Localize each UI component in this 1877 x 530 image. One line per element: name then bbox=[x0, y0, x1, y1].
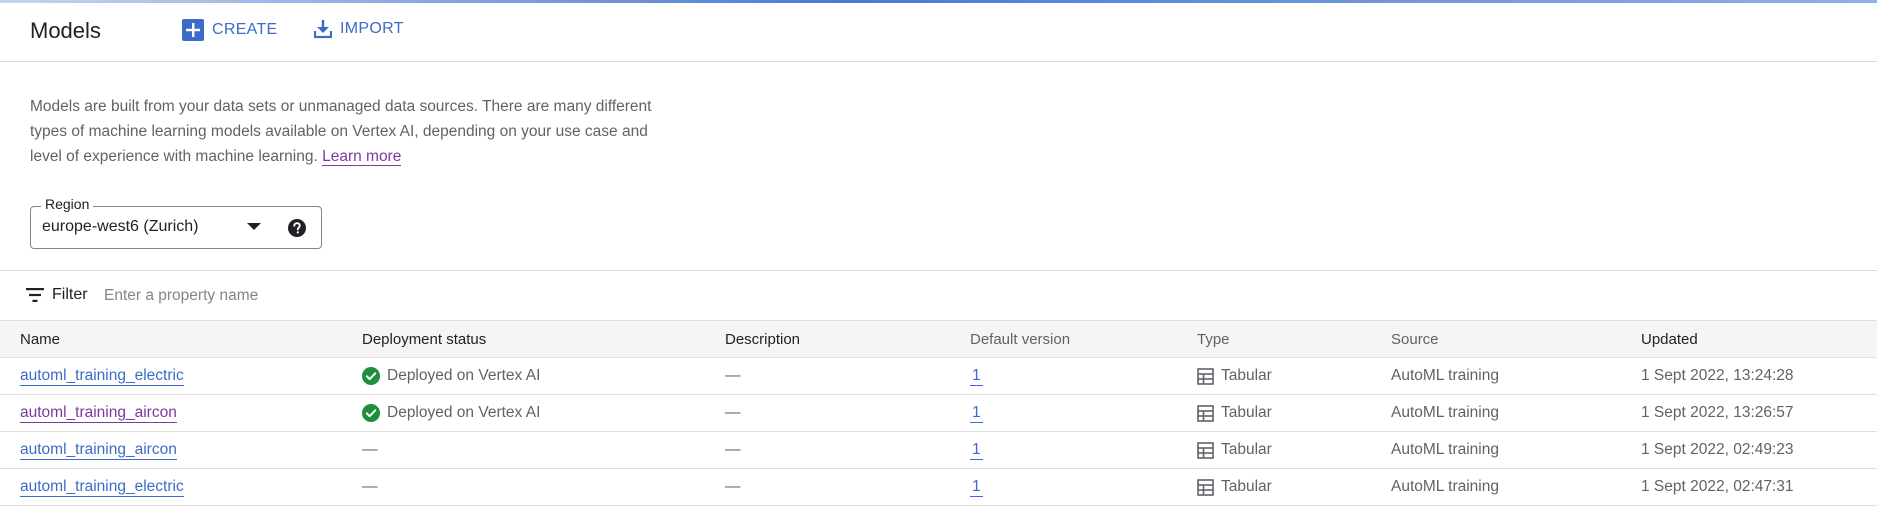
default-version-link[interactable]: 1 bbox=[970, 367, 983, 386]
type-text: Tabular bbox=[1221, 478, 1272, 495]
table-grid-icon bbox=[1197, 367, 1214, 385]
table-grid-icon bbox=[1197, 478, 1214, 496]
type-cell: Tabular bbox=[1197, 395, 1272, 431]
default-version-link[interactable]: 1 bbox=[970, 441, 983, 460]
column-header-status[interactable]: Deployment status bbox=[362, 321, 486, 357]
updated-cell: 1 Sept 2022, 02:47:31 bbox=[1641, 478, 1794, 495]
download-icon bbox=[314, 20, 332, 39]
import-button-label: IMPORT bbox=[340, 20, 404, 37]
table-grid-icon bbox=[1197, 441, 1214, 459]
model-name-link[interactable]: automl_training_aircon bbox=[20, 441, 177, 460]
description-cell: — bbox=[725, 478, 741, 495]
filter-input[interactable] bbox=[104, 282, 604, 310]
type-cell: Tabular bbox=[1197, 432, 1272, 468]
type-cell: Tabular bbox=[1197, 469, 1272, 505]
filter-label[interactable]: Filter bbox=[52, 286, 88, 304]
updated-cell: 1 Sept 2022, 13:26:57 bbox=[1641, 404, 1794, 421]
table-row: automl_training_electric — — 1 Tabular A… bbox=[0, 469, 1877, 506]
type-text: Tabular bbox=[1221, 404, 1272, 421]
region-value: europe-west6 (Zurich) bbox=[42, 218, 199, 235]
column-header-type: Type bbox=[1197, 330, 1230, 348]
table-row: automl_training_electric Deployed on Ver… bbox=[0, 358, 1877, 395]
check-circle-icon bbox=[362, 367, 380, 385]
page-title: Models bbox=[30, 18, 101, 43]
table-grid-icon bbox=[1197, 404, 1214, 422]
description-cell: — bbox=[725, 367, 741, 384]
description-cell: — bbox=[725, 441, 741, 458]
deployment-status-text: Deployed on Vertex AI bbox=[387, 367, 541, 384]
source-cell: AutoML training bbox=[1391, 404, 1499, 421]
column-header-description[interactable]: Description bbox=[725, 321, 800, 357]
models-table: Name Deployment status Description Defau… bbox=[0, 320, 1877, 506]
deployment-status-text: — bbox=[362, 478, 378, 495]
intro-text: Models are built from your data sets or … bbox=[30, 94, 680, 169]
source-cell: AutoML training bbox=[1391, 441, 1499, 458]
model-name-link[interactable]: automl_training_electric bbox=[20, 478, 184, 497]
create-button-label: CREATE bbox=[212, 21, 278, 38]
column-header-updated[interactable]: Updated bbox=[1641, 321, 1698, 357]
learn-more-link[interactable]: Learn more bbox=[322, 148, 402, 166]
updated-cell: 1 Sept 2022, 13:24:28 bbox=[1641, 367, 1794, 384]
type-text: Tabular bbox=[1221, 441, 1272, 458]
source-cell: AutoML training bbox=[1391, 478, 1499, 495]
check-circle-icon bbox=[362, 404, 380, 422]
model-name-link[interactable]: automl_training_aircon bbox=[20, 404, 177, 423]
filter-lines-icon[interactable] bbox=[26, 288, 44, 302]
column-header-version: Default version bbox=[970, 330, 1071, 348]
default-version-link[interactable]: 1 bbox=[970, 478, 983, 497]
add-box-icon bbox=[182, 19, 204, 41]
source-cell: AutoML training bbox=[1391, 367, 1499, 384]
default-version-link[interactable]: 1 bbox=[970, 404, 983, 423]
import-button[interactable]: IMPORT bbox=[314, 19, 404, 39]
deployment-status-text: Deployed on Vertex AI bbox=[387, 404, 541, 421]
table-row: automl_training_aircon Deployed on Verte… bbox=[0, 395, 1877, 432]
model-name-link[interactable]: automl_training_electric bbox=[20, 367, 184, 386]
column-header-name[interactable]: Name bbox=[20, 321, 60, 357]
table-row: automl_training_aircon — — 1 Tabular Aut… bbox=[0, 432, 1877, 469]
page-header: Models CREATE IMPORT bbox=[0, 3, 1877, 62]
triangle-down-icon[interactable] bbox=[247, 223, 261, 230]
deployment-status-text: — bbox=[362, 441, 378, 458]
deployment-status: Deployed on Vertex AI bbox=[362, 358, 540, 394]
deployment-status: Deployed on Vertex AI bbox=[362, 395, 540, 431]
help-circle-icon[interactable] bbox=[288, 219, 306, 237]
type-cell: Tabular bbox=[1197, 358, 1272, 394]
column-header-source: Source bbox=[1391, 330, 1439, 348]
region-select[interactable]: Region europe-west6 (Zurich) bbox=[30, 196, 322, 249]
filter-bar: Filter bbox=[0, 270, 1877, 320]
description-cell: — bbox=[725, 404, 741, 421]
updated-cell: 1 Sept 2022, 02:49:23 bbox=[1641, 441, 1794, 458]
table-header-row: Name Deployment status Description Defau… bbox=[0, 320, 1877, 358]
type-text: Tabular bbox=[1221, 367, 1272, 384]
create-button[interactable]: CREATE bbox=[182, 19, 278, 41]
region-label: Region bbox=[41, 196, 94, 212]
